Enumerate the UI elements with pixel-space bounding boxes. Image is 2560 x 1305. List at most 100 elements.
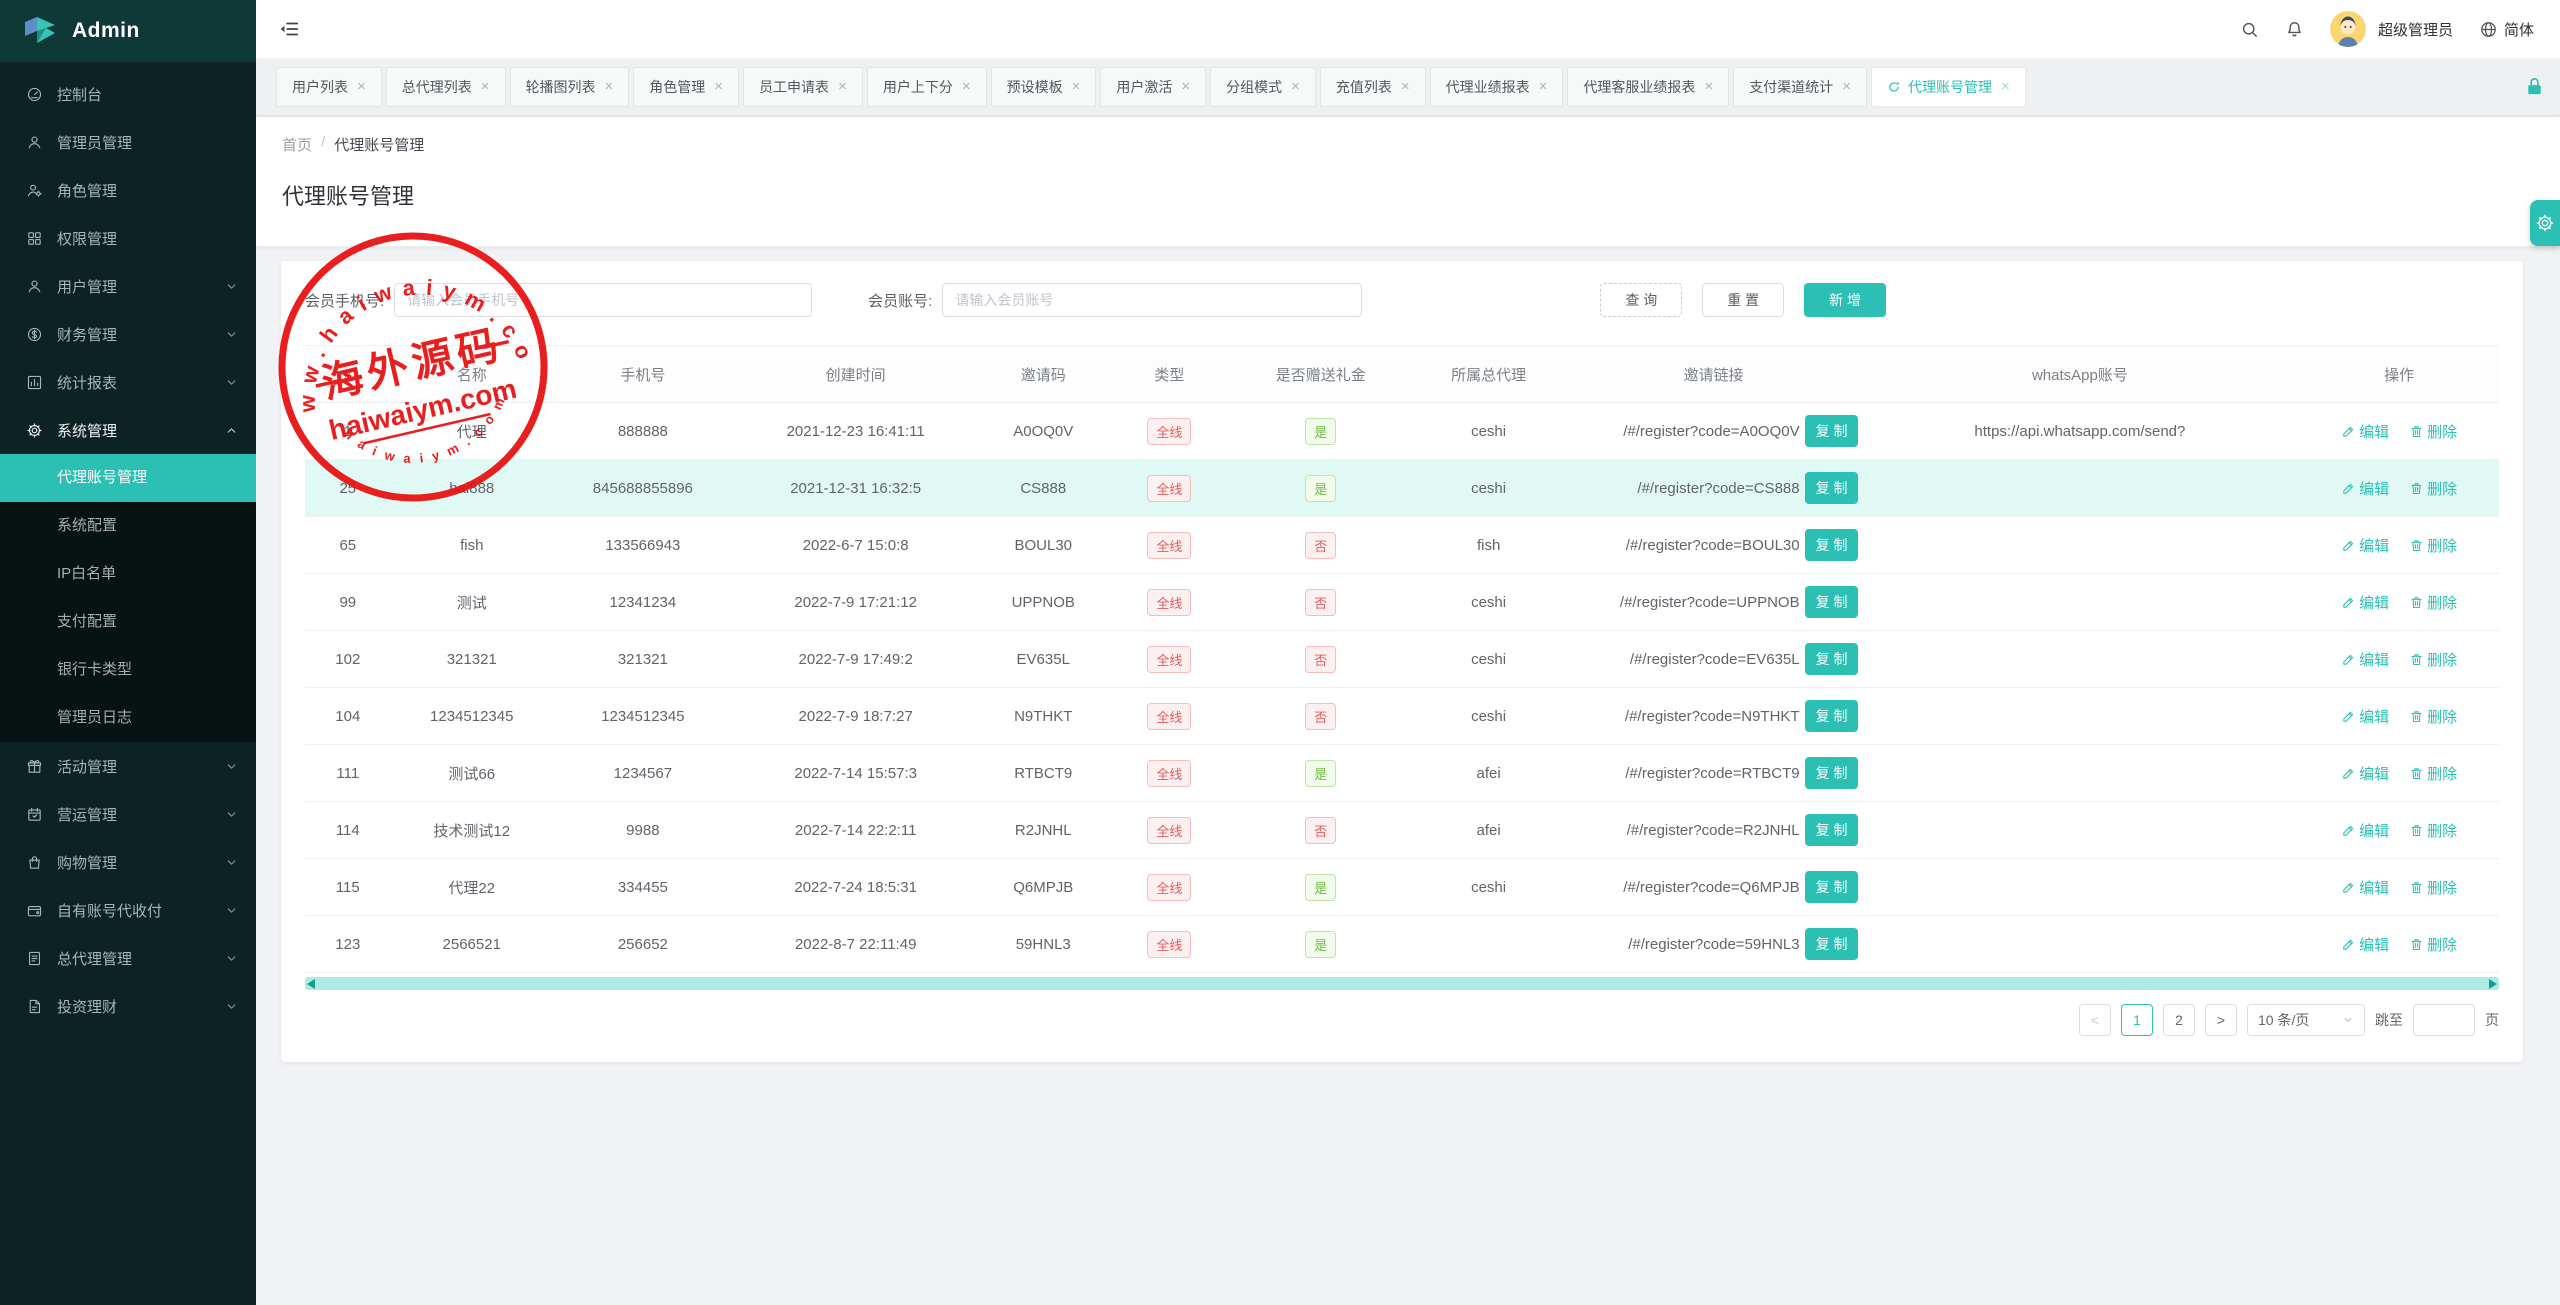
sidebar-item[interactable]: 活动管理	[0, 742, 256, 790]
sidebar-item[interactable]: 系统管理	[0, 406, 256, 454]
copy-button[interactable]: 复 制	[1805, 871, 1859, 903]
language-switch[interactable]: 简体	[2479, 19, 2534, 40]
tab[interactable]: 充值列表×	[1320, 67, 1426, 107]
tab-close-icon[interactable]: ×	[2001, 78, 2010, 95]
sidebar-item[interactable]: 用户管理	[0, 262, 256, 310]
delete-button[interactable]: 删除	[2409, 478, 2457, 499]
delete-button[interactable]: 删除	[2409, 763, 2457, 784]
page-number-button[interactable]: 2	[2163, 1004, 2195, 1036]
tab-close-icon[interactable]: ×	[357, 78, 366, 95]
tab[interactable]: 分组模式×	[1210, 67, 1316, 107]
reset-button[interactable]: 重 置	[1702, 283, 1784, 317]
page-next-button[interactable]: >	[2205, 1004, 2237, 1036]
tab-close-icon[interactable]: ×	[1072, 78, 1081, 95]
tab[interactable]: 代理客服业绩报表×	[1567, 67, 1729, 107]
sidebar-subitem[interactable]: 代理账号管理	[0, 454, 256, 502]
copy-button[interactable]: 复 制	[1805, 928, 1859, 960]
sidebar-item[interactable]: 营运管理	[0, 790, 256, 838]
edit-button[interactable]: 编辑	[2341, 478, 2389, 499]
sidebar-item[interactable]: 自有账号代收付	[0, 886, 256, 934]
delete-button[interactable]: 删除	[2409, 592, 2457, 613]
sidebar-item[interactable]: 购物管理	[0, 838, 256, 886]
tab[interactable]: 代理业绩报表×	[1430, 67, 1564, 107]
delete-button[interactable]: 删除	[2409, 706, 2457, 727]
tab[interactable]: 角色管理×	[633, 67, 739, 107]
tab[interactable]: 用户激活×	[1100, 67, 1206, 107]
tab[interactable]: 预设模板×	[991, 67, 1097, 107]
delete-button[interactable]: 删除	[2409, 877, 2457, 898]
tab-close-icon[interactable]: ×	[1539, 78, 1548, 95]
jump-page-input[interactable]	[2413, 1004, 2475, 1036]
horizontal-scrollbar[interactable]	[305, 977, 2499, 990]
tab-close-icon[interactable]: ×	[1291, 78, 1300, 95]
avatar[interactable]	[2330, 11, 2366, 47]
sidebar-subitem[interactable]: 银行卡类型	[0, 646, 256, 694]
lock-icon[interactable]	[2523, 75, 2546, 98]
copy-button[interactable]: 复 制	[1805, 700, 1859, 732]
delete-button[interactable]: 删除	[2409, 649, 2457, 670]
tab-close-icon[interactable]: ×	[1181, 78, 1190, 95]
phone-input[interactable]	[394, 283, 812, 317]
sidebar-item[interactable]: 角色管理	[0, 166, 256, 214]
tab-close-icon[interactable]: ×	[962, 78, 971, 95]
delete-button[interactable]: 删除	[2409, 421, 2457, 442]
settings-drawer-button[interactable]	[2530, 200, 2560, 246]
sidebar-item[interactable]: 权限管理	[0, 214, 256, 262]
tab-close-icon[interactable]: ×	[605, 78, 614, 95]
tab[interactable]: 员工申请表×	[743, 67, 863, 107]
edit-button[interactable]: 编辑	[2341, 421, 2389, 442]
tab[interactable]: 用户列表×	[276, 67, 382, 107]
copy-button[interactable]: 复 制	[1805, 472, 1859, 504]
sidebar-item[interactable]: 管理员管理	[0, 118, 256, 166]
sidebar-subitem[interactable]: 支付配置	[0, 598, 256, 646]
tab-close-icon[interactable]: ×	[1842, 78, 1851, 95]
query-button[interactable]: 查 询	[1600, 283, 1682, 317]
scroll-right-arrow-icon[interactable]	[2489, 979, 2497, 989]
sidebar-item[interactable]: 总代理管理	[0, 934, 256, 982]
tab-close-icon[interactable]: ×	[481, 78, 490, 95]
copy-button[interactable]: 复 制	[1805, 814, 1859, 846]
page-number-button[interactable]: 1	[2121, 1004, 2153, 1036]
tab[interactable]: 代理账号管理×	[1871, 67, 2026, 107]
logo[interactable]: Admin	[0, 0, 256, 62]
edit-button[interactable]: 编辑	[2341, 934, 2389, 955]
copy-button[interactable]: 复 制	[1805, 529, 1859, 561]
tab[interactable]: 总代理列表×	[386, 67, 506, 107]
copy-button[interactable]: 复 制	[1805, 415, 1859, 447]
sidebar-item[interactable]: 投资理财	[0, 982, 256, 1030]
user-name[interactable]: 超级管理员	[2378, 19, 2453, 40]
sidebar-item[interactable]: 财务管理	[0, 310, 256, 358]
edit-button[interactable]: 编辑	[2341, 592, 2389, 613]
sidebar-item[interactable]: 控制台	[0, 70, 256, 118]
page-size-select[interactable]: 10 条/页	[2247, 1004, 2365, 1036]
menu-fold-icon[interactable]	[278, 18, 300, 40]
sidebar-subitem[interactable]: 管理员日志	[0, 694, 256, 742]
page-prev-button[interactable]: <	[2079, 1004, 2111, 1036]
sidebar-item[interactable]: 统计报表	[0, 358, 256, 406]
add-button[interactable]: 新 增	[1804, 283, 1886, 317]
copy-button[interactable]: 复 制	[1805, 586, 1859, 618]
bell-icon[interactable]	[2285, 20, 2304, 39]
edit-button[interactable]: 编辑	[2341, 763, 2389, 784]
copy-button[interactable]: 复 制	[1805, 757, 1859, 789]
search-icon[interactable]	[2240, 20, 2259, 39]
tab-close-icon[interactable]: ×	[714, 78, 723, 95]
tab-close-icon[interactable]: ×	[1401, 78, 1410, 95]
tab-close-icon[interactable]: ×	[1704, 78, 1713, 95]
delete-button[interactable]: 删除	[2409, 820, 2457, 841]
copy-button[interactable]: 复 制	[1805, 643, 1859, 675]
edit-button[interactable]: 编辑	[2341, 535, 2389, 556]
edit-button[interactable]: 编辑	[2341, 706, 2389, 727]
breadcrumb-home[interactable]: 首页	[282, 134, 312, 155]
edit-button[interactable]: 编辑	[2341, 649, 2389, 670]
delete-button[interactable]: 删除	[2409, 535, 2457, 556]
tab-close-icon[interactable]: ×	[838, 78, 847, 95]
tab[interactable]: 轮播图列表×	[510, 67, 630, 107]
sidebar-subitem[interactable]: IP白名单	[0, 550, 256, 598]
edit-button[interactable]: 编辑	[2341, 820, 2389, 841]
tab[interactable]: 支付渠道统计×	[1733, 67, 1867, 107]
tab[interactable]: 用户上下分×	[867, 67, 987, 107]
scroll-left-arrow-icon[interactable]	[307, 979, 315, 989]
edit-button[interactable]: 编辑	[2341, 877, 2389, 898]
delete-button[interactable]: 删除	[2409, 934, 2457, 955]
